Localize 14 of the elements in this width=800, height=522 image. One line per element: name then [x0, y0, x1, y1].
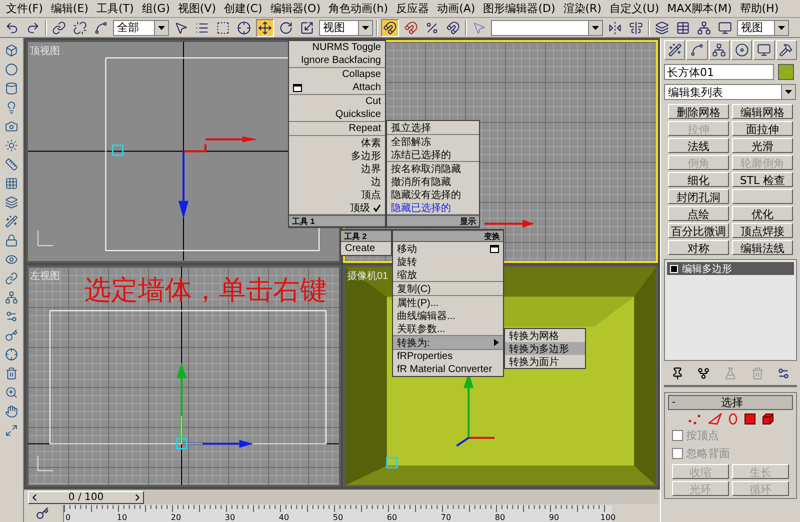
- frame-tick-label: 30: [224, 513, 236, 522]
- quad-menu-title: 工具 2: [341, 230, 391, 242]
- frame-tick-label: 50: [332, 513, 344, 522]
- frame-tick-label: 40: [278, 513, 290, 522]
- frame-tick-label: 20: [170, 513, 182, 522]
- frame-tick-label: 90: [548, 513, 560, 522]
- quad-menu-title: 显示: [387, 215, 479, 227]
- quad-menu-title: 工具 1: [289, 215, 385, 227]
- frame-tick-label: 60: [386, 513, 398, 522]
- frame-tick-label: 80: [494, 513, 506, 522]
- frame-tick-label: 0: [65, 513, 71, 522]
- frame-tick-label: 70: [440, 513, 452, 522]
- frame-tick-label: 10: [116, 513, 128, 522]
- quad-menu-title: 变换: [393, 230, 503, 242]
